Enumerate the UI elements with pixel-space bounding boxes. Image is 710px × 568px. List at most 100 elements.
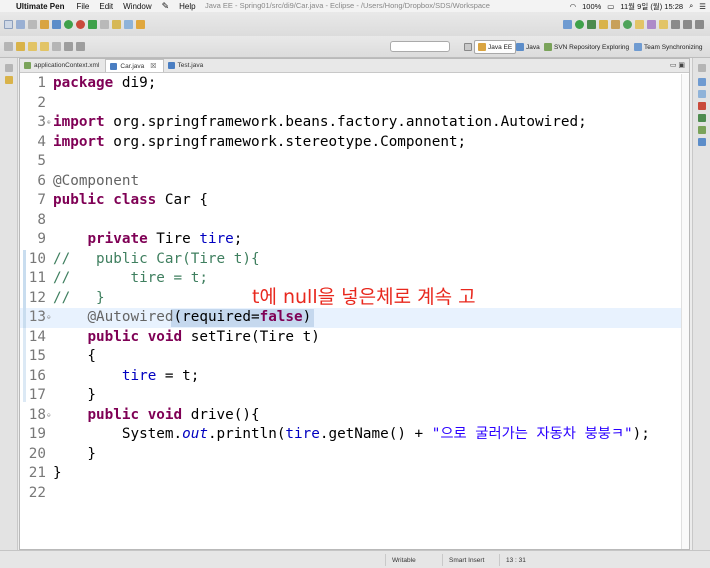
new-file-icon[interactable] <box>4 19 13 29</box>
code-line[interactable]: 10 // public Car(Tire t){ <box>20 250 689 270</box>
new-package-icon[interactable] <box>611 19 620 29</box>
open-folder-icon[interactable] <box>635 19 644 29</box>
wifi-icon[interactable]: ◠ <box>570 2 577 11</box>
code-line[interactable]: 2 <box>20 94 689 114</box>
tab-application-context-xml[interactable]: applicationContext.xml <box>20 59 105 72</box>
menu-file[interactable]: File <box>76 2 89 11</box>
code-line[interactable]: 22 <box>20 484 689 504</box>
code-line[interactable]: 3 ⊕ import org.springframework.beans.facto… <box>20 113 689 133</box>
forward-icon[interactable] <box>695 19 704 29</box>
code-text: private Tire tire; <box>53 230 242 250</box>
tab-car-java[interactable]: Car.java ☒ <box>105 59 164 72</box>
data-source-icon[interactable] <box>698 126 706 134</box>
new-class-icon[interactable] <box>623 19 632 29</box>
menu-edit[interactable]: Edit <box>99 2 113 11</box>
perspective-java[interactable]: Java <box>513 40 543 54</box>
next-annotation-icon[interactable] <box>28 42 37 51</box>
open-task-icon[interactable] <box>647 19 656 29</box>
print-icon[interactable] <box>28 19 37 29</box>
code-line[interactable]: 15 { <box>20 347 689 367</box>
code-token: package <box>53 75 114 91</box>
code-line[interactable]: 21} <box>20 464 689 484</box>
open-type-icon[interactable] <box>112 19 121 29</box>
line-number: 1 <box>37 75 46 91</box>
java-icon[interactable] <box>136 19 145 29</box>
quick-access-input[interactable] <box>390 41 450 52</box>
console-icon[interactable] <box>698 138 706 146</box>
app-name-menu[interactable]: Ultimate Pen <box>16 2 64 11</box>
task-list-icon[interactable] <box>698 90 706 98</box>
status-insert-mode[interactable]: Smart Insert <box>442 554 498 566</box>
code-text: public class Car { <box>53 191 208 211</box>
line-number: 12 <box>28 289 46 306</box>
run-server-icon[interactable] <box>76 19 85 29</box>
skip-breakpoints-icon[interactable] <box>563 19 572 29</box>
save-icon[interactable] <box>16 19 25 29</box>
notification-center-icon[interactable]: ☰ <box>699 2 706 11</box>
code-text: import org.springframework.stereotype.Co… <box>53 133 466 153</box>
perspective-svn[interactable]: SVN Repository Exploring <box>541 40 632 54</box>
xml-file-icon <box>24 62 31 69</box>
nav-back-icon[interactable] <box>64 42 73 51</box>
code-token: org.springframework.beans.factory.annota… <box>104 114 587 130</box>
secondary-toolbar: Java EE Java SVN Repository Exploring Te… <box>0 36 710 58</box>
back-icon[interactable] <box>683 19 692 29</box>
code-line[interactable]: 1 package di9; <box>20 74 689 94</box>
battery-icon[interactable]: ▭ <box>607 2 614 11</box>
new-java-project-icon[interactable] <box>599 19 608 29</box>
pen-tool-icon[interactable]: ✎ <box>162 1 170 12</box>
line-number: 7 <box>37 192 46 208</box>
menu-window[interactable]: Window <box>123 2 151 11</box>
restore-outline-icon[interactable] <box>698 64 706 72</box>
nav-forward-icon[interactable] <box>76 42 85 51</box>
battery-percent[interactable]: 100% <box>582 2 601 11</box>
code-line[interactable]: 5 <box>20 152 689 172</box>
external-tools-icon[interactable] <box>100 19 109 29</box>
perspective-team-sync[interactable]: Team Synchronizing <box>631 40 706 54</box>
new-server-icon[interactable] <box>40 19 49 29</box>
perspective-java-ee[interactable]: Java EE <box>474 40 517 54</box>
run-icon[interactable] <box>64 19 73 29</box>
code-line[interactable]: 7 public class Car { <box>20 191 689 211</box>
clock[interactable]: 11월 9일 (월) 15:28 <box>620 1 683 12</box>
annotation-next-icon[interactable] <box>671 19 680 29</box>
editor-tab-bar: applicationContext.xml Car.java ☒ Test.j… <box>20 59 689 73</box>
coverage-icon[interactable] <box>587 19 596 29</box>
code-line[interactable]: 14 public void setTire(Tire t) <box>20 328 689 348</box>
line-number: 11 <box>28 270 46 286</box>
outline-icon[interactable] <box>698 78 706 86</box>
code-line[interactable]: 20 } <box>20 445 689 465</box>
code-line[interactable]: 17 } <box>20 386 689 406</box>
code-line[interactable]: 6 @Component <box>20 172 689 192</box>
code-line[interactable]: 9 private Tire tire; <box>20 230 689 250</box>
line-number: 5 <box>37 153 46 169</box>
menu-help[interactable]: Help <box>179 2 195 11</box>
pin-editor-icon[interactable] <box>16 42 25 51</box>
code-editor[interactable]: 1 package di9; 2 3 ⊕ import org.springframewo… <box>20 74 689 549</box>
code-line[interactable]: 16 tire = t; <box>20 367 689 387</box>
minimize-maximize-icon[interactable]: ▭ ▣ <box>670 61 685 69</box>
last-edit-location-icon[interactable] <box>52 42 61 51</box>
run-last-icon[interactable] <box>575 19 584 29</box>
mark-occurrences-icon[interactable] <box>659 19 668 29</box>
markers-icon[interactable] <box>698 102 706 110</box>
previous-annotation-icon[interactable] <box>40 42 49 51</box>
open-perspective-icon[interactable] <box>4 42 13 51</box>
close-tab-icon[interactable]: ☒ <box>150 62 156 70</box>
code-line[interactable]: 19 System.out.println(tire.getName() + "… <box>20 425 689 445</box>
code-line[interactable]: 18 ⊖ public void drive(){ <box>20 406 689 426</box>
debug-icon[interactable] <box>52 19 61 29</box>
restore-view-icon[interactable] <box>5 64 13 72</box>
code-line[interactable]: 13 ⊖ @Autowired(required=false) <box>20 308 689 328</box>
tab-test-java[interactable]: Test.java <box>164 59 210 72</box>
stop-icon[interactable] <box>88 19 97 29</box>
servers-icon[interactable] <box>698 114 706 122</box>
code-line[interactable]: 8 <box>20 211 689 231</box>
project-explorer-icon[interactable] <box>5 76 13 84</box>
search-icon[interactable] <box>124 19 133 29</box>
spotlight-icon[interactable]: ⌕ <box>689 1 693 11</box>
code-token: = t; <box>156 367 200 384</box>
code-line[interactable]: 4 import org.springframework.stereotype.C… <box>20 133 689 153</box>
vertical-scrollbar[interactable] <box>681 74 689 549</box>
perspective-label: SVN Repository Exploring <box>554 43 630 51</box>
